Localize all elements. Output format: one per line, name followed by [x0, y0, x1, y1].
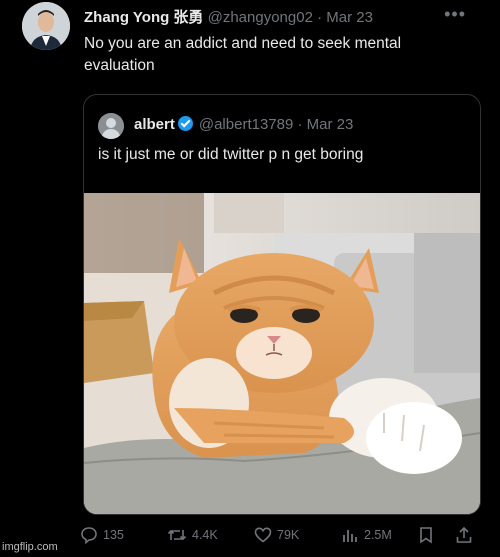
views-button[interactable]: 2.5M [341, 526, 392, 544]
quoted-author-avatar[interactable] [98, 113, 124, 139]
author-avatar[interactable] [22, 2, 70, 50]
more-horizontal-icon[interactable]: ••• [444, 4, 466, 25]
tweet-actions: 135 4.4K 79K 2.5M [80, 526, 480, 550]
heart-icon [254, 527, 272, 543]
quoted-author-handle[interactable]: @albert13789 [199, 116, 293, 133]
reply-button[interactable]: 135 [80, 526, 124, 544]
author-name[interactable]: Zhang Yong 张勇 [84, 9, 203, 26]
bookmark-button[interactable] [418, 526, 434, 544]
tweet-timestamp[interactable]: Mar 23 [326, 9, 373, 26]
like-button[interactable]: 79K [254, 526, 299, 544]
views-count: 2.5M [364, 528, 392, 542]
separator-dot: · [297, 116, 303, 133]
quoted-author-name[interactable]: albert [134, 116, 175, 133]
quoted-timestamp[interactable]: Mar 23 [307, 116, 354, 133]
retweet-icon [167, 529, 187, 541]
tweet-header: Zhang Yong 张勇 @zhangyong02 · Mar 23 [84, 6, 373, 27]
reply-icon [81, 527, 97, 544]
retweet-button[interactable]: 4.4K [167, 526, 218, 544]
tweet-text: No you are an addict and need to seek me… [84, 35, 402, 74]
retweet-count: 4.4K [192, 528, 218, 542]
share-button[interactable] [455, 526, 473, 544]
watermark-text: imgflip.com [2, 541, 58, 553]
share-icon [456, 526, 472, 543]
views-chart-icon [343, 530, 357, 542]
sad-cat-photo[interactable] [84, 193, 480, 514]
like-count: 79K [277, 528, 300, 542]
quoted-tweet-header: albert @albert13789 · Mar 23 [134, 116, 353, 133]
separator-dot: · [317, 9, 323, 26]
quoted-tweet-text: is it just me or did twitter p n get bor… [98, 146, 364, 163]
reply-count: 135 [103, 528, 124, 542]
bookmark-icon [420, 527, 432, 544]
verified-badge-icon [177, 116, 193, 131]
author-handle[interactable]: @zhangyong02 [208, 9, 313, 26]
quoted-tweet[interactable]: albert @albert13789 · Mar 23 is it just m… [83, 94, 481, 515]
